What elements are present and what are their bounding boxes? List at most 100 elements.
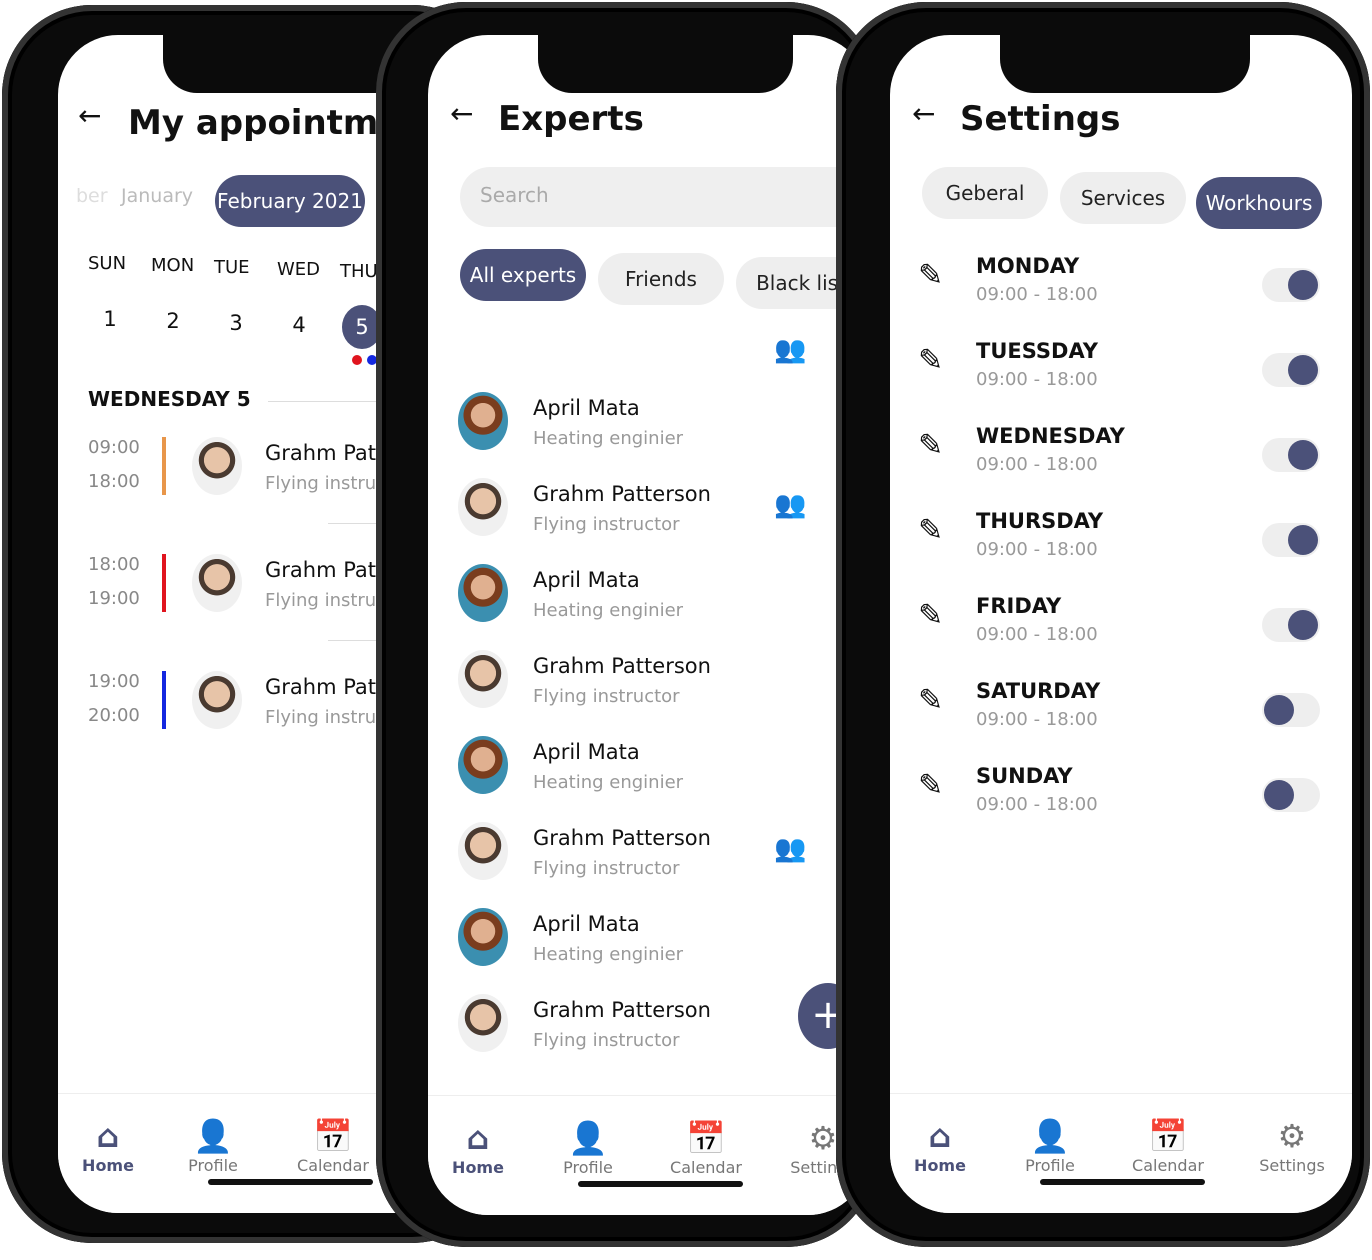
expert-list-item[interactable]: April Mata Heating enginier xyxy=(428,734,868,804)
avatar xyxy=(192,437,242,495)
expert-role: Flying instructor xyxy=(533,686,680,707)
expert-name: April Mata xyxy=(533,912,640,936)
start-time: 18:00 xyxy=(88,554,140,575)
nav-label: Profile xyxy=(1025,1156,1075,1175)
back-arrow-icon[interactable]: ← xyxy=(912,97,935,130)
nav-label: Settings xyxy=(1259,1156,1325,1175)
day-toggle[interactable] xyxy=(1262,353,1320,387)
date-cell[interactable]: 3 xyxy=(216,301,256,345)
end-time: 18:00 xyxy=(88,471,140,492)
nav-label: Calendar xyxy=(670,1158,742,1177)
expert-name: Grahm Patterson xyxy=(533,482,711,506)
expert-role: Flying instructor xyxy=(533,1030,680,1051)
search-input[interactable]: Search xyxy=(460,167,868,227)
edit-pencil-icon[interactable]: ✎ xyxy=(918,513,943,548)
appointment-color-bar xyxy=(162,554,166,612)
nav-settings[interactable]: ⚙ Settings xyxy=(1242,1116,1342,1175)
profile-icon: 👤 xyxy=(193,1117,233,1155)
avatar xyxy=(458,908,508,966)
day-hours: 09:00 - 18:00 xyxy=(976,709,1098,730)
edit-pencil-icon[interactable]: ✎ xyxy=(918,768,943,803)
day-toggle[interactable] xyxy=(1262,438,1320,472)
weekday-label: MON xyxy=(151,255,195,276)
date-cell[interactable]: 1 xyxy=(90,297,130,341)
nav-label: Home xyxy=(914,1156,966,1175)
edit-pencil-icon[interactable]: ✎ xyxy=(918,343,943,378)
avatar xyxy=(192,671,242,729)
nav-profile[interactable]: 👤 Profile xyxy=(163,1116,263,1175)
month-current[interactable]: February 2021 xyxy=(215,175,365,227)
nav-home[interactable]: ⌂ Home xyxy=(58,1116,158,1175)
weekday-label: TUE xyxy=(214,257,250,278)
edit-pencil-icon[interactable]: ✎ xyxy=(918,428,943,463)
profile-icon: 👤 xyxy=(568,1119,608,1157)
appointment-color-bar xyxy=(162,437,166,495)
expert-list-item[interactable]: Grahm Patterson Flying instructor 👥 xyxy=(428,476,868,546)
nav-label: Calendar xyxy=(1132,1156,1204,1175)
nav-label: Home xyxy=(452,1158,504,1177)
nav-label: Calendar xyxy=(297,1156,369,1175)
day-toggle[interactable] xyxy=(1262,608,1320,642)
day-toggle[interactable] xyxy=(1262,268,1320,302)
expert-name: Grahm Patterson xyxy=(533,826,711,850)
calendar-icon: 📅 xyxy=(313,1117,353,1155)
phone-experts: ← Experts Search All experts Friends Bla… xyxy=(376,2,876,1247)
expert-list-item[interactable]: Grahm Patterson Flying instructor 👥 xyxy=(428,820,868,890)
expert-list-item[interactable]: April Mata Heating enginier xyxy=(428,390,868,460)
edit-pencil-icon[interactable]: ✎ xyxy=(918,258,943,293)
expert-list-item[interactable]: April Mata Heating enginier xyxy=(428,906,868,976)
nav-profile[interactable]: 👤 Profile xyxy=(1000,1116,1100,1175)
avatar xyxy=(192,554,242,612)
end-time: 20:00 xyxy=(88,705,140,726)
back-arrow-icon[interactable]: ← xyxy=(78,99,101,132)
date-cell[interactable]: 2 xyxy=(153,299,193,343)
edit-pencil-icon[interactable]: ✎ xyxy=(918,683,943,718)
day-hours: 09:00 - 18:00 xyxy=(976,624,1098,645)
expert-name: April Mata xyxy=(533,740,640,764)
nav-home[interactable]: ⌂ Home xyxy=(890,1116,990,1175)
tab-services[interactable]: Services xyxy=(1060,172,1186,224)
expert-name: Grahm Patterson xyxy=(533,998,711,1022)
day-toggle[interactable] xyxy=(1262,523,1320,557)
friends-group-icon[interactable]: 👥 xyxy=(774,335,806,365)
day-hours: 09:00 - 18:00 xyxy=(976,284,1098,305)
expert-name: April Mata xyxy=(533,568,640,592)
day-hours: 09:00 - 18:00 xyxy=(976,369,1098,390)
nav-calendar[interactable]: 📅 Calendar xyxy=(1118,1116,1218,1175)
profile-icon: 👤 xyxy=(1030,1117,1070,1155)
avatar xyxy=(458,994,508,1052)
end-time: 19:00 xyxy=(88,588,140,609)
expert-list-item[interactable]: Grahm Patterson Flying instructor xyxy=(428,648,868,718)
nav-calendar[interactable]: 📅 Calendar xyxy=(656,1118,756,1177)
nav-home[interactable]: ⌂ Home xyxy=(428,1118,528,1177)
month-january[interactable]: January xyxy=(121,185,193,207)
expert-role: Heating enginier xyxy=(533,428,684,449)
expert-list-item[interactable]: April Mata Heating enginier xyxy=(428,562,868,632)
date-cell[interactable]: 4 xyxy=(279,303,319,347)
nav-label: Home xyxy=(82,1156,134,1175)
filter-all-experts[interactable]: All experts xyxy=(460,249,586,301)
back-arrow-icon[interactable]: ← xyxy=(450,97,473,130)
nav-calendar[interactable]: 📅 Calendar xyxy=(283,1116,383,1175)
page-title: Settings xyxy=(960,99,1121,139)
month-prev[interactable]: ber xyxy=(76,185,108,207)
calendar-icon: 📅 xyxy=(686,1119,726,1157)
nav-label: Profile xyxy=(563,1158,613,1177)
day-hours: 09:00 - 18:00 xyxy=(976,454,1098,475)
weekday-label: THU xyxy=(340,261,378,282)
workhours-row: ✎ TUESSDAY 09:00 - 18:00 xyxy=(890,335,1352,405)
filter-friends[interactable]: Friends xyxy=(598,253,724,305)
friend-icon: 👥 xyxy=(774,834,807,864)
nav-profile[interactable]: 👤 Profile xyxy=(538,1118,638,1177)
tab-workhours[interactable]: Workhours xyxy=(1196,177,1322,229)
avatar xyxy=(458,650,508,708)
settings-icon: ⚙ xyxy=(1277,1117,1307,1155)
day-name: FRIDAY xyxy=(976,594,1062,618)
home-icon: ⌂ xyxy=(96,1117,120,1155)
calendar-icon: 📅 xyxy=(1148,1117,1188,1155)
tab-general[interactable]: Geberal xyxy=(922,167,1048,219)
edit-pencil-icon[interactable]: ✎ xyxy=(918,598,943,633)
day-name: WEDNESDAY xyxy=(976,424,1125,448)
day-toggle[interactable] xyxy=(1262,778,1320,812)
day-toggle[interactable] xyxy=(1262,693,1320,727)
